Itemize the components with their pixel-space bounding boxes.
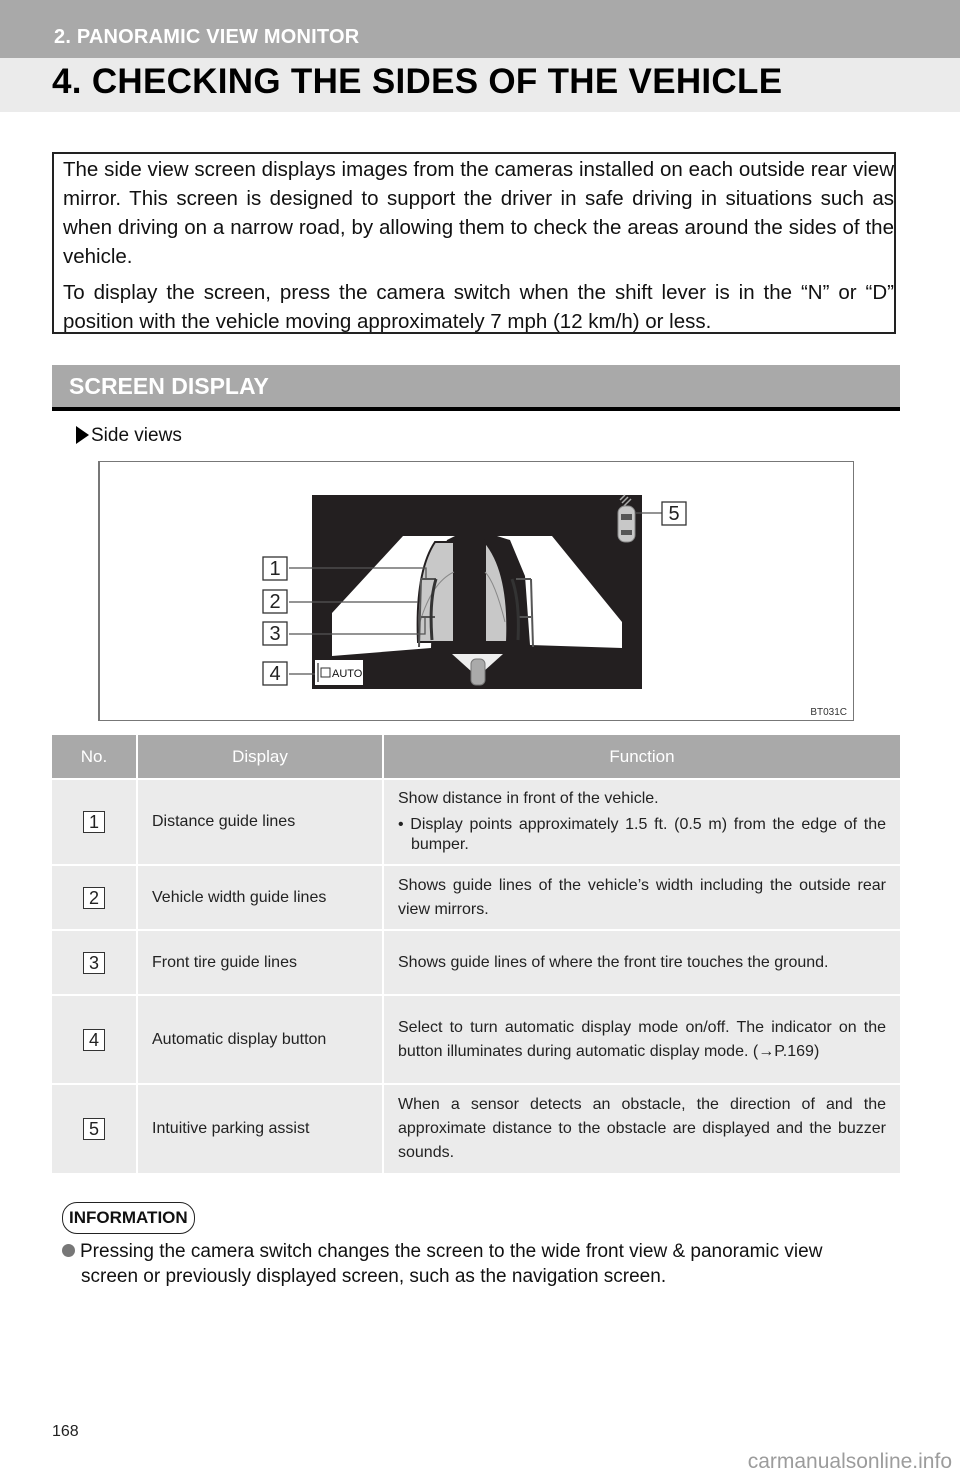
chapter-header-bar: 2. PANORAMIC VIEW MONITOR [0,0,960,58]
row-display: Distance guide lines [137,778,384,865]
svg-text:2: 2 [269,591,280,613]
row-number-badge: 3 [83,951,105,974]
callout-1: 1 [262,556,288,581]
page-number: 168 [52,1423,79,1440]
watermark: carmanualsonline.info [747,1450,952,1473]
row-function: Shows guide lines of where the front tir… [383,929,900,995]
callout-5: 5 [661,501,687,526]
row-display: Intuitive parking assist [137,1083,384,1173]
svg-text:4: 4 [269,663,280,685]
callout-3: 3 [262,621,288,646]
callout-4: 4 [262,661,288,686]
auto-display-button: AUTO [315,660,363,685]
function-lead: Show distance in front of the vehicle. [398,790,659,807]
information-badge: INFORMATION [62,1202,195,1234]
figure-code: BT031C [810,707,847,718]
information-line-2: screen or previously displayed screen, s… [81,1266,667,1287]
callout-2: 2 [262,589,288,614]
side-view-illustration: AUTO 1 2 3 4 5 [262,494,687,689]
header-no: No. [52,735,138,779]
subheading-text: Side views [91,425,182,446]
table-row: 5 Intuitive parking assist When a sensor… [52,1083,900,1173]
auto-button-label: AUTO [332,668,363,680]
svg-text:3: 3 [269,623,280,645]
section-title-bar: 4. CHECKING THE SIDES OF THE VEHICLE [0,58,960,112]
bullet-dot-icon [62,1244,75,1257]
row-display: Front tire guide lines [137,929,384,995]
table-header-row: No. Display Function [52,735,900,779]
intro-box: The side view screen displays images fro… [52,152,896,334]
side-view-screen-figure: AUTO 1 2 3 4 5 BT031C [98,461,854,721]
information-line-1: Pressing the camera switch changes the s… [80,1241,823,1262]
table-row: 2 Vehicle width guide lines Shows guide … [52,864,900,930]
row-number-badge: 4 [83,1028,105,1051]
row-number-badge: 2 [83,886,105,909]
intro-paragraph-2: To display the screen, press the camera … [63,281,894,333]
chapter-breadcrumb: 2. PANORAMIC VIEW MONITOR [54,26,360,48]
row-function: Select to turn automatic display mode on… [383,994,900,1084]
vehicle-icon-bottom [470,658,486,686]
side-views-subheading: Side views [76,425,182,447]
page-title: 4. CHECKING THE SIDES OF THE VEHICLE [52,62,783,101]
svg-text:1: 1 [269,558,280,580]
row-number-badge: 1 [83,811,105,833]
row-function: Show distance in front of the vehicle. •… [383,778,900,865]
intro-paragraph-1: The side view screen displays images fro… [63,158,894,268]
svg-text:5: 5 [668,503,679,525]
row-display: Automatic display button [137,994,384,1084]
section-title: SCREEN DISPLAY [69,373,269,399]
information-text: Pressing the camera switch changes the s… [62,1239,902,1289]
row-function: When a sensor detects an obstacle, the d… [383,1083,900,1173]
display-function-table: No. Display Function 1 Distance guide li… [52,735,900,1173]
triangle-bullet-icon [76,426,89,444]
row-number-badge: 5 [83,1118,105,1140]
row-display: Vehicle width guide lines [137,864,384,930]
table-row: 1 Distance guide lines Show distance in … [52,778,900,865]
header-function: Function [383,735,900,779]
table-row: 3 Front tire guide lines Shows guide lin… [52,929,900,995]
screen-display-section-header: SCREEN DISPLAY [52,365,900,411]
function-bullet: • Display points approximately 1.5 ft. (… [398,816,886,853]
row-function: Shows guide lines of the vehicle’s width… [383,864,900,930]
header-display: Display [137,735,384,779]
table-row: 4 Automatic display button Select to tur… [52,994,900,1084]
